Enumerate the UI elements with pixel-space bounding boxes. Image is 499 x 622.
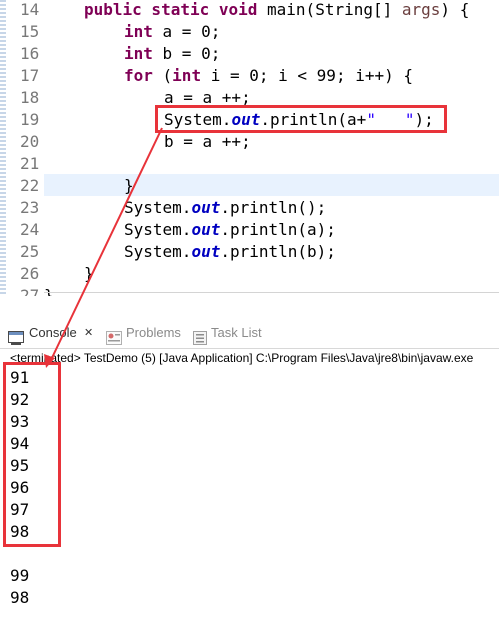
line-number: 18 — [20, 88, 40, 107]
system-class: System. — [124, 198, 192, 217]
console-output-line: 99 — [10, 566, 30, 585]
close-icon[interactable]: ✕ — [84, 318, 93, 348]
tab-console-label: Console — [29, 325, 77, 340]
line-number: 14 — [20, 0, 40, 19]
code-line-27[interactable]: } — [44, 285, 54, 296]
line-number: 20 — [20, 132, 40, 151]
line-number: 16 — [20, 44, 40, 63]
console-status-line: <terminated> TestDemo (5) [Java Applicat… — [10, 351, 474, 365]
line-number: 17 — [20, 66, 40, 85]
parameter-name: args — [401, 0, 441, 19]
tab-console[interactable]: Console ✕ — [8, 318, 98, 348]
for-open: ( — [152, 66, 173, 85]
out-field: out — [191, 242, 221, 261]
highlight-box-output — [3, 362, 61, 547]
code-line-23[interactable]: System.out.println(); — [124, 197, 326, 219]
line-number: 26 — [20, 264, 40, 283]
view-tab-bar: Console ✕ Problems Task List — [0, 318, 499, 349]
for-header: i = 0; i < 99; i++) { — [201, 66, 413, 85]
line-number: 24 — [20, 220, 40, 239]
system-class: System. — [124, 242, 192, 261]
line-number: 23 — [20, 198, 40, 217]
line-number: 19 — [20, 110, 40, 129]
code-line-22[interactable]: } — [124, 175, 134, 197]
code-line-20[interactable]: b = a ++; — [164, 131, 251, 153]
declaration: a = 0; — [152, 22, 221, 41]
tab-task-list[interactable]: Task List — [193, 318, 273, 348]
modifier-keywords: public static void — [84, 0, 258, 19]
line-number: 15 — [20, 22, 40, 41]
int-keyword: int — [172, 66, 202, 85]
println-call: .println(a); — [220, 220, 336, 239]
method-signature: main(String[] — [257, 0, 402, 19]
code-line-15[interactable]: int a = 0; — [124, 21, 220, 43]
println-call: .println(b); — [220, 242, 336, 261]
highlight-box-println — [155, 105, 447, 133]
for-keyword: for — [124, 66, 153, 85]
line-number: 21 — [20, 154, 40, 173]
out-field: out — [191, 198, 221, 217]
system-class: System. — [124, 220, 192, 239]
signature-end: ) { — [440, 0, 470, 19]
int-keyword: int — [124, 44, 153, 63]
code-line-24[interactable]: System.out.println(a); — [124, 219, 336, 241]
current-line-highlight — [44, 174, 499, 196]
code-line-14[interactable]: public static void main(String[] args) { — [84, 0, 469, 21]
int-keyword: int — [124, 22, 153, 41]
println-call: .println(); — [220, 198, 327, 217]
code-line-16[interactable]: int b = 0; — [124, 43, 220, 65]
console-output-line: 98 — [10, 588, 30, 607]
tab-task-list-label: Task List — [211, 325, 262, 340]
out-field: out — [191, 220, 221, 239]
line-number-gutter: 14 15 16 17 18 19 20 21 22 23 24 25 26 2… — [6, 0, 44, 296]
code-line-17[interactable]: for (int i = 0; i < 99; i++) { — [124, 65, 413, 87]
declaration: b = 0; — [152, 44, 221, 63]
tab-problems[interactable]: Problems — [106, 318, 188, 348]
code-line-25[interactable]: System.out.println(b); — [124, 241, 336, 263]
code-editor[interactable]: 14 15 16 17 18 19 20 21 22 23 24 25 26 2… — [0, 0, 499, 296]
code-line-26[interactable]: } — [84, 263, 94, 285]
tab-problems-label: Problems — [126, 325, 181, 340]
editor-divider — [44, 292, 499, 293]
line-number: 25 — [20, 242, 40, 261]
